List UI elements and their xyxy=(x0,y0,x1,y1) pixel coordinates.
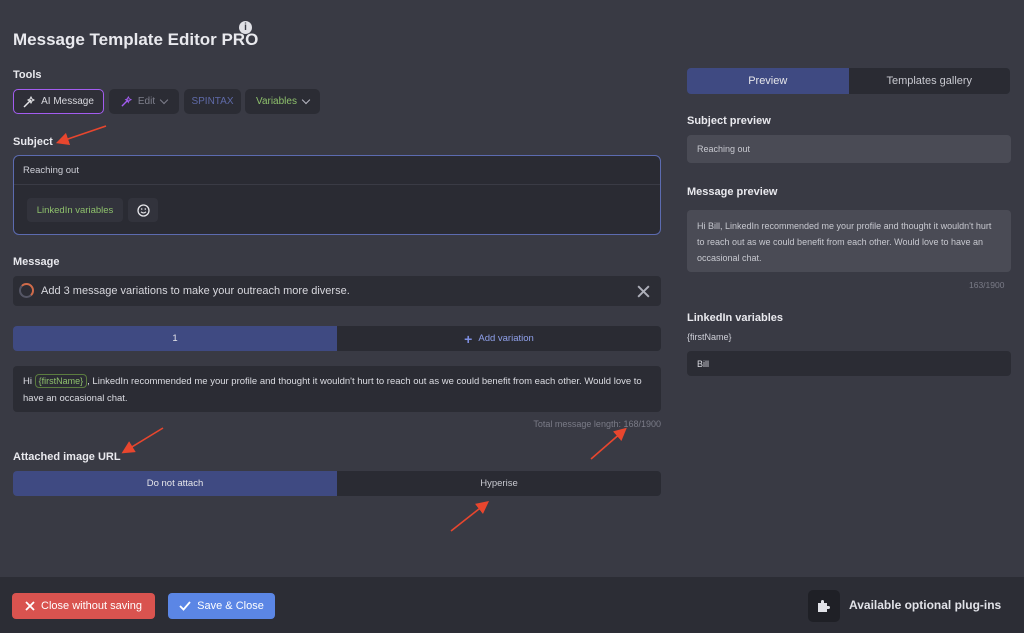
arrow-annotation xyxy=(121,427,164,454)
close-without-saving-label: Close without saving xyxy=(41,600,142,612)
check-icon xyxy=(179,601,191,611)
save-close-label: Save & Close xyxy=(197,600,264,612)
annotation-arrows xyxy=(55,125,627,532)
arrow-annotation xyxy=(55,125,107,145)
save-close-button[interactable]: Save & Close xyxy=(168,593,275,619)
plugins-button[interactable] xyxy=(808,590,840,622)
puzzle-icon xyxy=(818,600,830,612)
x-icon xyxy=(25,601,35,611)
plugins-label: Available optional plug-ins xyxy=(849,598,1002,612)
close-without-saving-button[interactable]: Close without saving xyxy=(12,593,155,619)
arrow-annotation xyxy=(590,427,627,460)
arrow-annotation xyxy=(450,501,490,532)
